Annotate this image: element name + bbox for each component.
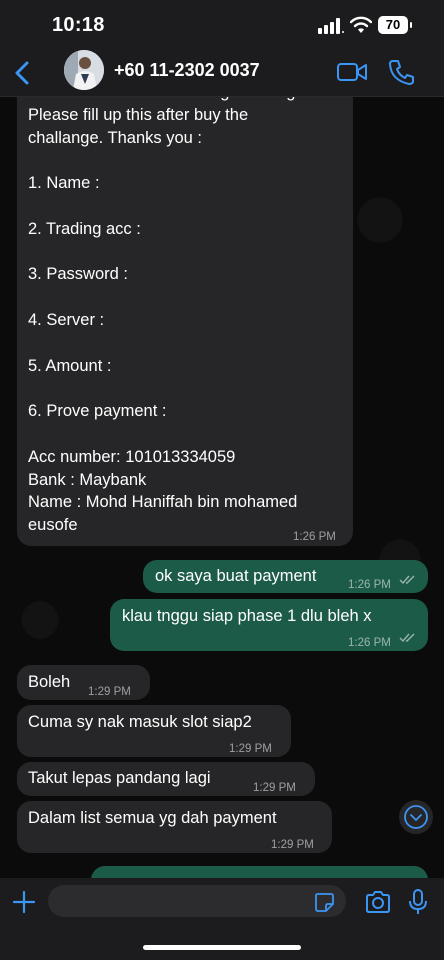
wifi-icon [350,16,372,33]
camera-icon[interactable] [364,890,392,914]
message-text: klau tnggu siap phase 1 dlu bleh x [122,607,372,625]
message-time: 1:29 PM [271,839,314,851]
message-bubble-incoming[interactable]: Cuma sy nak masuk slot siap2 1:29 PM [17,705,291,757]
message-bubble-incoming[interactable]: Dalam list semua yg dah payment 1:29 PM [17,801,332,853]
chevron-down-icon [404,805,428,829]
message-bubble-incoming[interactable]: Boleh 1:29 PM [17,665,150,700]
contact-name[interactable]: +60 11-2302 0037 [114,60,260,81]
status-time: 10:18 [52,14,105,36]
message-text: Takut lepas pandang lagi [28,769,211,787]
avatar[interactable] [64,50,104,90]
message-time: 1:26 PM [348,637,391,649]
microphone-icon[interactable] [406,888,430,916]
read-receipt-icon [399,633,415,643]
message-text: Cuma sy nak masuk slot siap2 [28,713,252,731]
plus-icon[interactable] [12,890,36,914]
message-time: 1:26 PM [293,531,336,543]
sticker-icon[interactable] [313,891,335,913]
video-call-icon[interactable] [336,60,368,84]
message-composer [0,878,444,960]
message-text: Boleh [28,673,71,691]
message-input[interactable] [48,885,346,917]
avatar-image [64,50,104,90]
message-text: ok saya buat payment [155,567,317,585]
message-bubble-outgoing[interactable]: klau tnggu siap phase 1 dlu bleh x 1:26 … [110,599,428,651]
message-text: Dalam list semua yg dah payment [28,809,277,827]
phone-call-icon[interactable] [388,58,414,86]
scroll-to-bottom-button[interactable] [399,800,433,834]
message-bubble-incoming[interactable]: Takut lepas pandang lagi 1:29 PM [17,762,315,796]
chat-header: +60 11-2302 0037 [0,50,444,97]
message-time: 1:29 PM [229,743,272,755]
message-time: 1:26 PM [348,579,391,591]
read-receipt-icon [399,575,415,585]
message-bubble-outgoing[interactable]: ok saya buat payment 1:26 PM [143,560,428,593]
message-time: 1:29 PM [88,686,131,698]
message-time: 1:29 PM [253,782,296,794]
cellular-signal-icon [318,18,344,34]
message-bubble-incoming[interactable]: Hi all. Welcome for Passing challenge. P… [17,76,353,546]
battery-indicator: 70 [378,16,412,34]
status-bar: 10:18 70 [0,0,444,52]
message-text: Hi all. Welcome for Passing challenge. P… [28,83,309,535]
home-indicator [143,945,301,950]
back-icon[interactable] [8,58,36,88]
